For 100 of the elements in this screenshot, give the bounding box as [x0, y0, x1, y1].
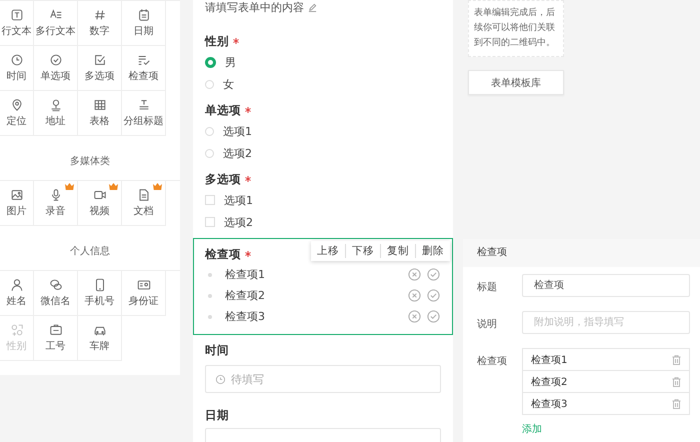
field-type-label: 数字 [90, 24, 110, 38]
field-type-item[interactable]: 单选项 [34, 46, 78, 91]
field-type-item[interactable]: 分组标题 [122, 91, 166, 136]
field-type-label: 姓名 [6, 295, 26, 308]
form-instructions: 请填写表单中的内容 [205, 0, 304, 14]
option-label: 选项2 [223, 146, 252, 160]
group-title: 多媒体类 [69, 154, 111, 169]
cross-circle-icon[interactable] [408, 289, 421, 302]
template-library-button[interactable]: 表单模板库 [468, 70, 564, 95]
field-label: 检查项 [205, 246, 241, 262]
toolbar-button[interactable]: 复制 [380, 244, 415, 258]
image-icon [10, 188, 24, 202]
field-type-label: 手机号 [84, 294, 114, 308]
field-type-label: 多选项 [84, 70, 114, 83]
field-type-item[interactable]: 微信名 [34, 271, 78, 316]
field-type-item[interactable]: 表格 [78, 91, 122, 136]
checkbox[interactable] [205, 217, 215, 227]
field-type-label: 行文本 [2, 24, 32, 38]
field-type-label: 录音 [46, 204, 66, 218]
heading-lines-icon [136, 98, 150, 112]
field-type-item[interactable]: 多选项 [78, 46, 122, 91]
radio-button[interactable] [205, 56, 216, 68]
option-label: 男 [225, 54, 236, 70]
field-type-label: 多行文本 [36, 24, 76, 38]
field-type-item[interactable]: 数字 [78, 1, 122, 46]
field-type-label: 微信名 [40, 295, 70, 308]
field-type-item[interactable]: 行文本 [0, 1, 34, 46]
pencil-icon[interactable] [308, 2, 317, 12]
bullet-icon [208, 272, 212, 276]
option-label: 检查项1 [225, 267, 266, 282]
field-type-label: 性别 [6, 340, 26, 353]
field-type-label: 检查项 [128, 70, 158, 83]
trash-icon[interactable] [672, 354, 681, 364]
list-item-field[interactable]: 检查项1 [522, 348, 690, 371]
field-type-item[interactable]: 视频 [78, 181, 122, 226]
field-type-label: 日期 [134, 24, 154, 38]
field-type-item[interactable]: 日期 [122, 1, 166, 46]
video-camera-icon [92, 188, 106, 202]
property-label: 说明 [477, 318, 498, 332]
toolbar-button[interactable]: 删除 [415, 244, 450, 258]
clock-icon [215, 374, 226, 384]
table-icon [92, 98, 106, 112]
field-label: 日期 [205, 408, 229, 422]
field-type-label: 身份证 [128, 295, 158, 308]
field-type-label: 地址 [46, 114, 66, 128]
check-circle-icon [48, 53, 62, 67]
cross-circle-icon[interactable] [408, 268, 421, 281]
field-type-label: 图片 [6, 204, 26, 218]
panel-header: 检查项 [463, 239, 700, 267]
check-circle-icon[interactable] [427, 289, 440, 302]
check-circle-icon[interactable] [427, 268, 440, 281]
field-type-item[interactable]: 车牌 [78, 316, 122, 361]
field-type-item[interactable]: 检查项 [122, 46, 166, 91]
field-type-item[interactable]: 图片 [0, 181, 34, 226]
field-type-item[interactable]: 工号 [34, 316, 78, 361]
text-field[interactable]: 检查项 [522, 274, 690, 297]
document-icon [136, 188, 150, 202]
hash-icon [92, 8, 106, 22]
toolbar-button[interactable]: 上移 [311, 244, 345, 258]
field-type-label: 定位 [6, 114, 26, 128]
field-type-item[interactable]: 录音 [34, 181, 78, 226]
field-label: 多选项 [205, 172, 241, 186]
option-label: 选项1 [223, 124, 252, 138]
field-type-item[interactable]: 姓名 [0, 271, 34, 316]
trash-icon[interactable] [672, 376, 681, 386]
checkbox[interactable] [205, 195, 215, 205]
option-label: 检查项3 [225, 309, 266, 324]
bullet-icon [208, 314, 212, 318]
field-type-item[interactable]: 手机号 [78, 271, 122, 316]
property-label: 标题 [477, 280, 498, 295]
calendar-icon [136, 8, 150, 22]
text-field-icon [10, 8, 24, 22]
location-pin-icon [10, 98, 24, 112]
field-type-item[interactable]: 时间 [0, 46, 34, 91]
field-label: 性别 [205, 34, 229, 48]
field-type-label: 工号 [46, 340, 66, 353]
option-label: 女 [223, 76, 234, 92]
field-type-item[interactable]: 多行文本 [34, 1, 78, 46]
placeholder-text: 待填写 [231, 372, 264, 386]
field-type-item[interactable]: 定位 [0, 91, 34, 136]
field-type-label: 分组标题 [124, 114, 164, 128]
field-type-label: 时间 [6, 70, 26, 83]
check-circle-icon[interactable] [427, 310, 440, 323]
field-type-item[interactable]: 身份证 [122, 271, 166, 316]
id-card-icon [136, 278, 150, 292]
list-item-field[interactable]: 检查项2 [522, 371, 690, 393]
trash-icon[interactable] [672, 398, 681, 408]
field-type-label: 单选项 [40, 70, 70, 83]
field-type-item[interactable]: 地址 [34, 91, 78, 136]
cross-circle-icon[interactable] [408, 310, 421, 323]
clock-icon [10, 53, 24, 67]
field-type-label: 视频 [90, 204, 110, 218]
hint-card: 表单编辑完成后，后续你可以将他们关联到不同的二维码中。 [468, 0, 564, 57]
selected-field-frame[interactable]: 检查项 检查项1 检查项2 检查项3 上移 下移 复制 删除 [193, 238, 453, 335]
toolbar-button[interactable]: 下移 [345, 244, 380, 258]
list-item-field[interactable]: 检查项3 [522, 393, 690, 415]
checklist-icon [136, 53, 150, 67]
field-type-label: 文档 [134, 204, 154, 218]
field-type-item[interactable]: 文档 [122, 181, 166, 226]
field-type-label: 表格 [90, 114, 110, 128]
